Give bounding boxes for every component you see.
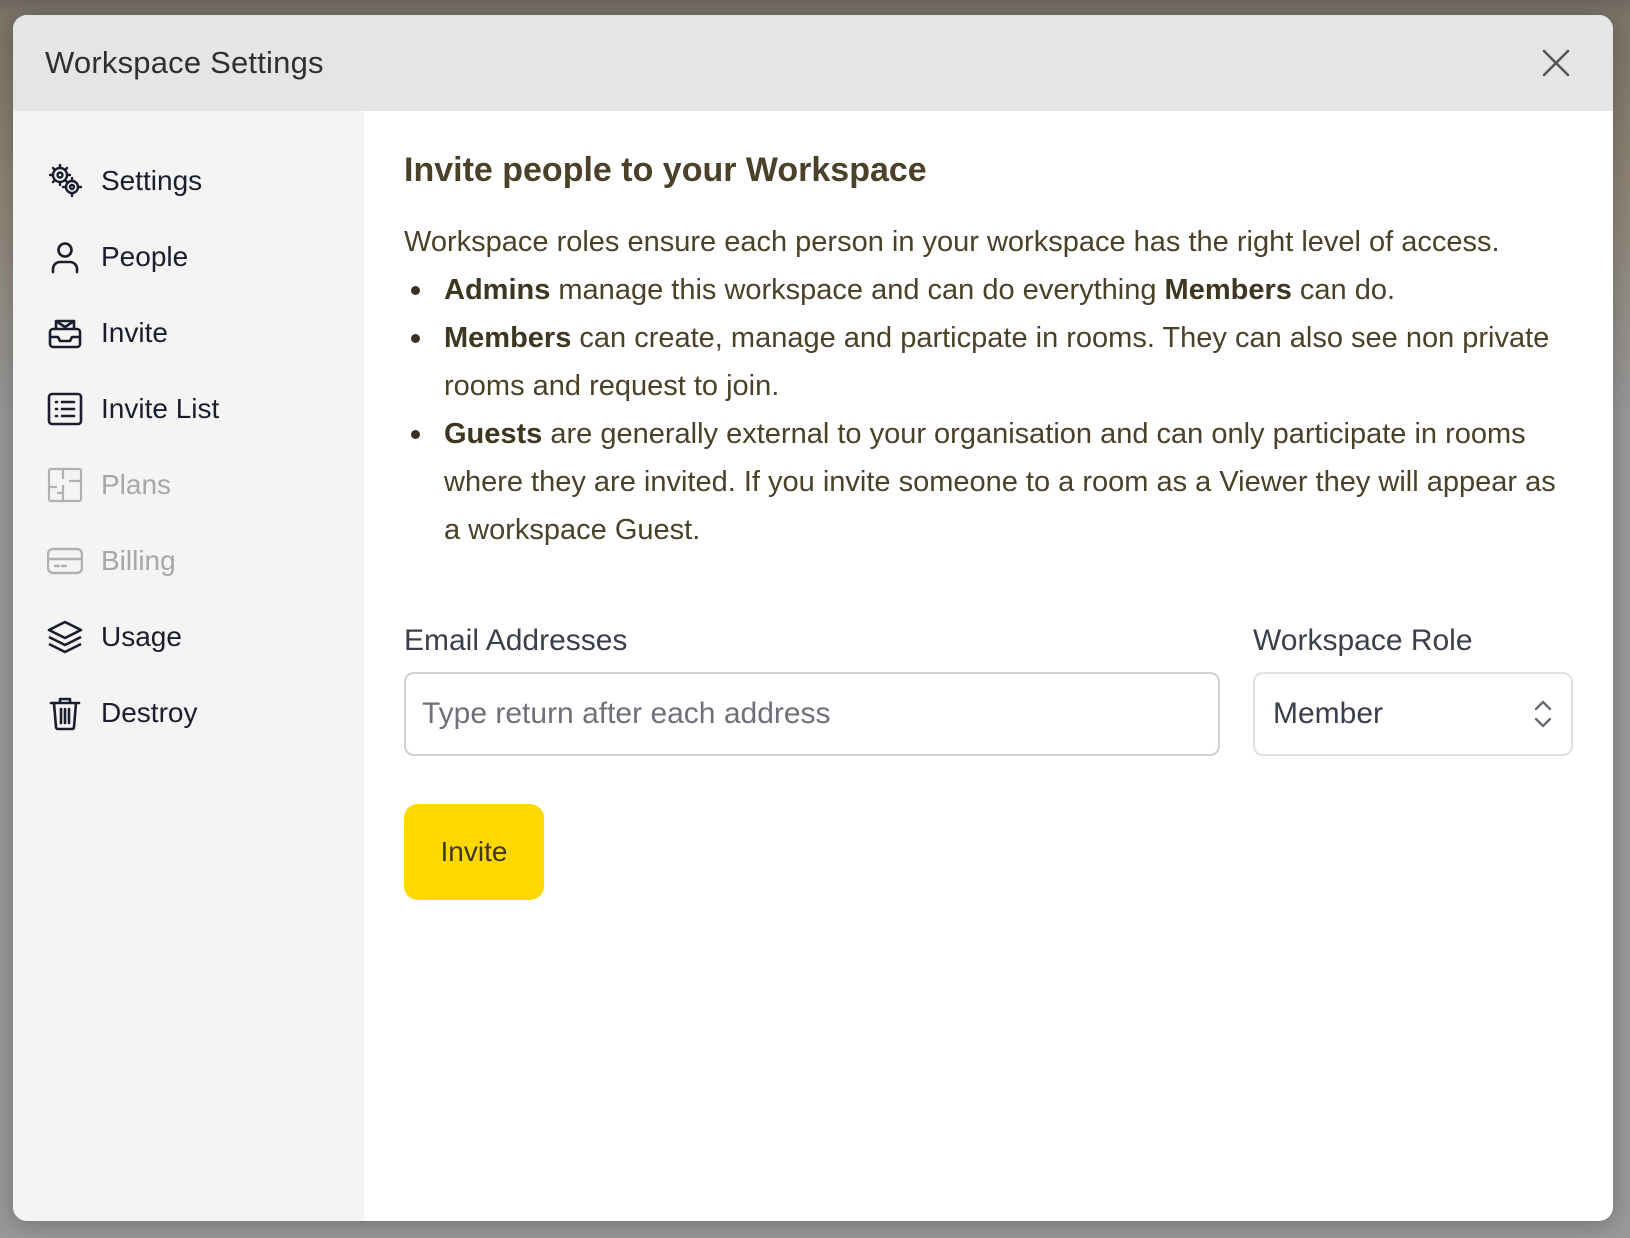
sidebar: Settings People Invite Invite List Plans… [13,111,364,1221]
close-button[interactable] [1539,46,1573,80]
role-column: Workspace Role Member [1253,624,1573,756]
sidebar-item-billing[interactable]: Billing [13,523,364,599]
person-icon [47,239,83,275]
sidebar-item-label: Usage [101,621,182,652]
sidebar-item-destroy[interactable]: Destroy [13,675,364,751]
sidebar-item-label: Destroy [101,697,198,728]
role-text: can do. [1291,274,1396,306]
invite-button[interactable]: Invite [404,804,544,900]
email-input[interactable] [404,672,1220,756]
sidebar-item-people[interactable]: People [13,219,364,295]
sidebar-item-invite-list[interactable]: Invite List [13,371,364,447]
sidebar-item-label: Settings [101,165,203,196]
role-name: Members [1164,274,1292,306]
modal-header: Workspace Settings [13,15,1613,111]
workspace-settings-modal: Workspace Settings Settings People Invit… [13,15,1613,1221]
list-item: Admins manage this workspace and can do … [404,266,1573,314]
sidebar-item-plans[interactable]: Plans [13,447,364,523]
sidebar-item-usage[interactable]: Usage [13,599,364,675]
sidebar-item-label: People [101,241,189,272]
trash-icon [47,695,83,731]
list-item: Guests are generally external to your or… [404,410,1573,554]
list-item: Members can create, manage and particpat… [404,314,1573,410]
role-select-value: Member [1273,697,1384,730]
modal-body: Settings People Invite Invite List Plans… [13,111,1613,1221]
role-name: Guests [444,418,543,450]
email-label: Email Addresses [404,624,628,657]
chevron-up-down-icon [1534,700,1552,728]
role-text: manage this workspace and can do everyth… [550,274,1165,306]
sidebar-item-label: Billing [101,545,176,576]
gears-icon [47,163,83,199]
credit-card-icon [47,543,83,579]
main-content: Invite people to your Workspace Workspac… [364,111,1613,1221]
list-icon [47,391,83,427]
sidebar-item-label: Invite List [101,393,220,424]
roles-description: Workspace roles ensure each person in yo… [404,226,1500,258]
floorplan-icon [47,467,83,503]
email-column: Email Addresses [404,624,1220,756]
sidebar-item-label: Invite [101,317,168,348]
role-text: are generally external to your organisat… [444,418,1556,546]
close-icon [1542,49,1570,77]
invite-form: Email Addresses Workspace Role Member [404,624,1573,756]
sidebar-item-invite[interactable]: Invite [13,295,364,371]
sidebar-item-settings[interactable]: Settings [13,143,364,219]
role-text: can create, manage and particpate in roo… [444,322,1550,402]
role-name: Admins [444,274,551,306]
page-title: Invite people to your Workspace [404,151,927,189]
inbox-icon [47,315,83,351]
roles-list: Admins manage this workspace and can do … [404,266,1573,554]
layers-icon [47,619,83,655]
role-name: Members [444,322,572,354]
workspace-role-select[interactable]: Member [1253,672,1573,756]
modal-title: Workspace Settings [45,45,324,80]
sidebar-item-label: Plans [101,469,172,500]
role-label: Workspace Role [1253,624,1473,657]
